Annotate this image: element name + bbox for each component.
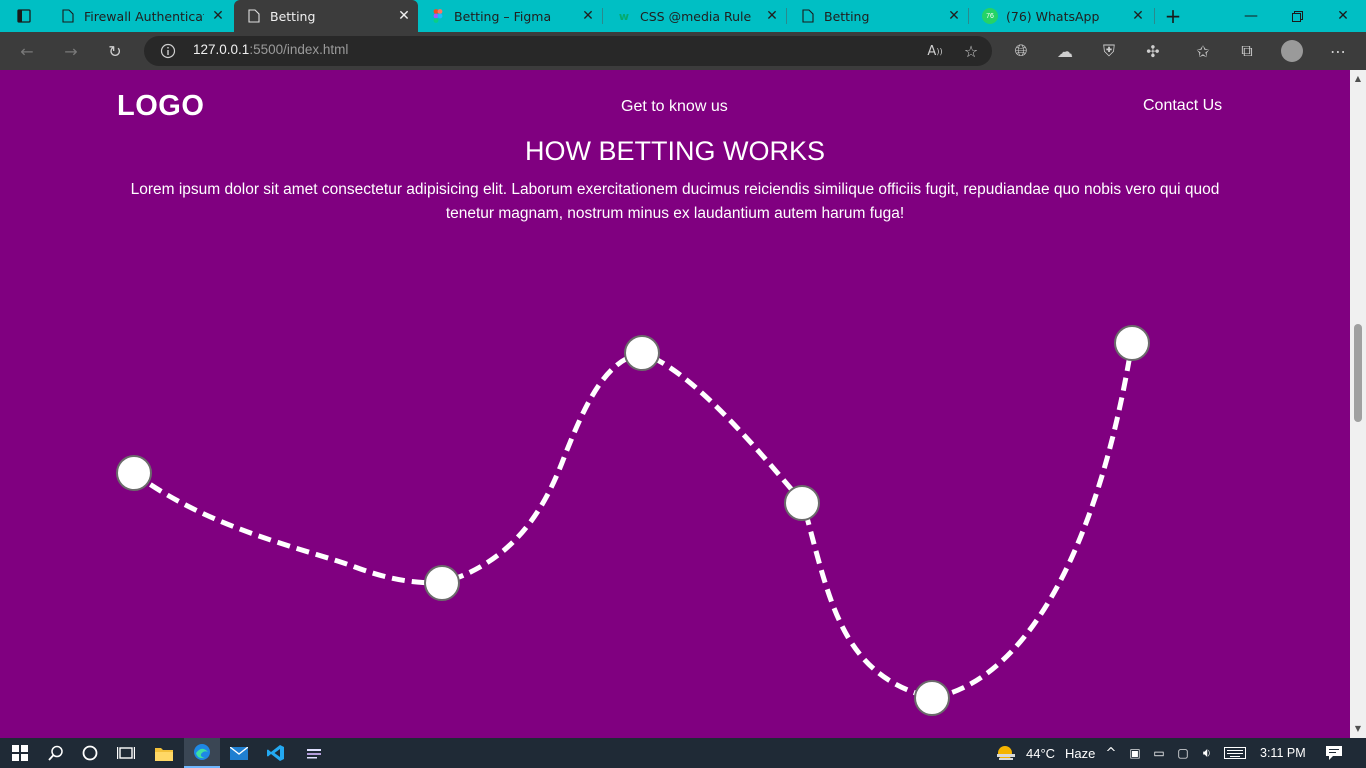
tab-firewall-authentication[interactable]: Firewall Authentication ✕ [48, 0, 232, 32]
whatsapp-badge: 76 [982, 8, 998, 24]
favorite-add-icon[interactable]: ☆ [956, 36, 986, 66]
tab-actions-icon[interactable] [0, 0, 48, 32]
w3schools-icon: w [618, 9, 630, 23]
read-aloud-icon[interactable]: A)) [920, 36, 950, 66]
vscode-icon[interactable] [258, 738, 294, 768]
tab-css-media-rule[interactable]: w CSS @media Rule ✕ [604, 0, 786, 32]
extension-globe-icon[interactable]: 🌐︎ [1006, 36, 1036, 66]
url-host: 127.0.0.1 [193, 42, 250, 57]
close-icon[interactable]: ✕ [1124, 8, 1152, 24]
search-icon[interactable] [38, 738, 74, 768]
keyboard-icon[interactable] [1222, 738, 1248, 768]
favorites-icon[interactable]: ✩ [1188, 36, 1218, 66]
meet-now-icon[interactable]: ▣ [1124, 738, 1146, 768]
weather-temp[interactable]: 44°C [1026, 746, 1055, 761]
mail-icon[interactable] [221, 738, 257, 768]
address-bar[interactable]: 127.0.0.1:5500/index.html A)) ☆ [144, 36, 992, 66]
document-icon [246, 8, 262, 24]
more-menu-icon[interactable]: ⋯ [1323, 36, 1353, 66]
volume-icon[interactable]: 🔉︎ [1196, 738, 1218, 768]
close-icon[interactable]: ✕ [204, 8, 232, 24]
app-icon[interactable] [296, 738, 332, 768]
whatsapp-icon: 76 [982, 8, 998, 24]
figma-icon [430, 8, 446, 24]
scroll-up-icon[interactable]: ▲ [1350, 72, 1366, 86]
tab-title: (76) WhatsApp [1006, 8, 1100, 24]
tab-betting-figma[interactable]: Betting – Figma ✕ [418, 0, 602, 32]
new-tab-icon[interactable]: + [1150, 0, 1196, 32]
tab-title: CSS @media Rule [640, 8, 752, 24]
battery-icon[interactable]: ▭ [1148, 738, 1170, 768]
betting-path-graphic [116, 325, 1150, 716]
close-icon[interactable]: ✕ [940, 8, 968, 24]
task-view-icon[interactable] [108, 738, 144, 768]
close-icon[interactable]: ✕ [758, 8, 786, 24]
step-node-1[interactable] [116, 455, 152, 491]
back-icon[interactable]: ← [12, 36, 42, 66]
page-scrollbar[interactable]: ▲ ▼ [1350, 70, 1366, 738]
tab-strip: Firewall Authentication ✕ Betting ✕ Bett… [0, 0, 1366, 32]
collections-icon[interactable]: ⧉ [1232, 36, 1262, 66]
tab-title: Firewall Authentication [84, 8, 204, 24]
close-icon[interactable]: ✕ [574, 8, 602, 24]
tab-whatsapp[interactable]: 76 (76) WhatsApp ✕ [970, 0, 1152, 32]
step-node-2[interactable] [424, 565, 460, 601]
tab-divider [602, 8, 603, 24]
restore-icon[interactable] [1274, 0, 1320, 32]
edge-browser-icon[interactable] [184, 738, 220, 768]
tab-divider [968, 8, 969, 24]
scroll-thumb[interactable] [1354, 324, 1362, 422]
windows-start-icon[interactable] [2, 738, 38, 768]
tab-divider [786, 8, 787, 24]
extension-icon[interactable]: ☁︎ [1050, 36, 1080, 66]
minimize-icon[interactable]: — [1228, 0, 1274, 32]
shield-icon[interactable]: ⛨ [1094, 36, 1124, 66]
weather-icon[interactable] [988, 738, 1024, 768]
document-icon [60, 8, 76, 24]
cortana-icon[interactable] [72, 738, 108, 768]
step-node-6[interactable] [1114, 325, 1150, 361]
step-node-3[interactable] [624, 335, 660, 371]
tab-title: Betting [824, 8, 870, 24]
site-info-icon[interactable] [160, 43, 176, 59]
clock-time[interactable]: 3:11 PM [1260, 746, 1306, 760]
extensions-puzzle-icon[interactable]: ✣ [1138, 36, 1168, 66]
chevron-up-icon[interactable]: ^ [1100, 738, 1122, 768]
tab-title: Betting [270, 8, 316, 24]
step-node-5[interactable] [914, 680, 950, 716]
scroll-down-icon[interactable]: ▼ [1350, 722, 1366, 736]
refresh-icon[interactable]: ↻ [100, 36, 130, 66]
tab-title: Betting – Figma [454, 8, 552, 24]
windows-taskbar: 44°C Haze ^ ▣ ▭ ▢ 🔉︎ 3:11 PM [0, 738, 1366, 768]
dashed-curve-path [132, 342, 1135, 701]
weather-condition[interactable]: Haze [1065, 746, 1095, 761]
notifications-icon[interactable] [1316, 738, 1352, 768]
profile-avatar[interactable] [1277, 36, 1307, 66]
close-window-icon[interactable]: ✕ [1320, 0, 1366, 32]
web-page: LOGO Get to know us Contact Us HOW BETTI… [0, 70, 1350, 738]
forward-icon[interactable]: → [56, 36, 86, 66]
url-path: :5500/index.html [249, 42, 349, 57]
browser-toolbar: ← → ↻ 127.0.0.1:5500/index.html A)) ☆ 🌐︎… [0, 32, 1366, 70]
close-icon[interactable]: ✕ [390, 8, 418, 24]
step-node-4[interactable] [784, 485, 820, 521]
file-explorer-icon[interactable] [146, 738, 182, 768]
url-text: 127.0.0.1:5500/index.html [193, 42, 348, 57]
document-icon [800, 8, 816, 24]
tab-betting[interactable]: Betting ✕ [788, 0, 968, 32]
network-icon[interactable]: ▢ [1172, 738, 1194, 768]
tab-betting-active[interactable]: Betting ✕ [234, 0, 418, 32]
